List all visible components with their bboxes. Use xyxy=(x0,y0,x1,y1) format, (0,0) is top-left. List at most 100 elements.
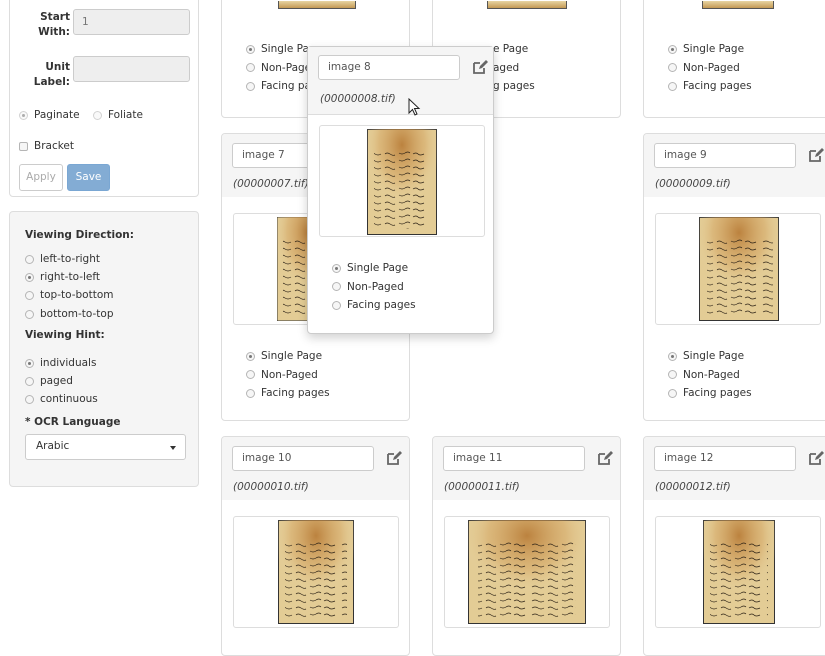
page-thumbnail[interactable] xyxy=(468,520,586,624)
radio-icon[interactable] xyxy=(668,388,677,398)
radio-icon[interactable] xyxy=(246,63,255,73)
direction-option-top-to-bottom[interactable]: top-to-bottom xyxy=(25,289,114,301)
radio-icon[interactable] xyxy=(332,282,341,292)
viewing-settings-panel: Viewing Direction: left-to-right right-t… xyxy=(9,211,199,487)
radio-icon[interactable] xyxy=(25,254,34,264)
radio-icon[interactable] xyxy=(668,63,677,73)
page-thumbnail[interactable] xyxy=(487,1,567,9)
numbering-settings-panel: Start With: 1 Unit Label: Paginate Folia… xyxy=(9,0,199,197)
radio-icon[interactable] xyxy=(668,44,677,54)
radio-icon[interactable] xyxy=(246,44,255,54)
edit-icon[interactable] xyxy=(597,450,613,466)
radio-icon[interactable] xyxy=(25,358,34,368)
page-name-input[interactable]: image 10 xyxy=(232,446,374,471)
direction-label: top-to-bottom xyxy=(40,289,114,301)
page-type-non-paged[interactable]: Non-Paged xyxy=(668,366,752,385)
radio-icon[interactable] xyxy=(246,351,255,361)
thumbnail-frame xyxy=(655,516,821,628)
page-filename: (00000012.tif) xyxy=(655,481,731,493)
page-type-label: e Page xyxy=(493,43,529,56)
edit-icon[interactable] xyxy=(808,147,824,163)
page-name-input[interactable]: image 11 xyxy=(443,446,585,471)
page-thumbnail[interactable] xyxy=(278,1,356,9)
radio-icon[interactable] xyxy=(246,81,255,91)
page-type-label: Single Page xyxy=(261,350,323,363)
ocr-language-select[interactable]: Arabic xyxy=(25,434,186,460)
unit-label-label: Unit Label: xyxy=(33,61,70,88)
page-type-single[interactable]: Single Page xyxy=(246,347,330,366)
radio-icon[interactable] xyxy=(332,263,341,273)
page-type-non-paged[interactable]: Non-Paged xyxy=(332,278,416,297)
page-thumbnail[interactable] xyxy=(703,520,775,624)
page-thumbnail[interactable] xyxy=(278,520,354,624)
apply-button[interactable]: Apply xyxy=(19,164,63,191)
edit-icon[interactable] xyxy=(386,450,402,466)
page-thumbnail[interactable] xyxy=(367,129,437,235)
radio-icon[interactable] xyxy=(246,370,255,380)
radio-icon[interactable] xyxy=(246,388,255,398)
page-type-single[interactable]: Single Page xyxy=(668,40,752,59)
unit-label-input[interactable] xyxy=(73,56,190,82)
direction-label: left-to-right xyxy=(40,253,100,265)
page-type-facing[interactable]: Facing pages xyxy=(332,296,416,315)
page-type-single[interactable]: e Page xyxy=(493,40,535,59)
radio-icon[interactable] xyxy=(25,290,34,300)
radio-icon[interactable] xyxy=(25,376,34,386)
radio-icon[interactable] xyxy=(25,394,34,404)
hint-label: paged xyxy=(40,375,73,387)
paginate-option[interactable]: Paginate xyxy=(19,109,80,121)
hint-label: individuals xyxy=(40,357,97,369)
page-filename: (00000010.tif) xyxy=(233,481,309,493)
page-type-facing[interactable]: Facing pages xyxy=(668,77,752,96)
edit-icon[interactable] xyxy=(472,59,488,75)
bracket-option[interactable]: Bracket xyxy=(19,140,74,152)
page-type-label: Facing pages xyxy=(347,299,416,312)
page-name-input[interactable]: image 12 xyxy=(654,446,796,471)
start-with-input[interactable]: 1 xyxy=(73,9,190,35)
page-type-label: Single Page xyxy=(683,350,745,363)
checkbox-icon[interactable] xyxy=(19,141,28,151)
radio-icon[interactable] xyxy=(93,110,102,120)
page-card-image-10: image 10 (00000010.tif) xyxy=(221,436,410,656)
radio-icon[interactable] xyxy=(25,272,34,282)
page-type-label: Non-Paged xyxy=(261,368,318,381)
direction-option-left-to-right[interactable]: left-to-right xyxy=(25,253,100,265)
page-type-label: Facing pages xyxy=(683,80,752,93)
page-type-facing[interactable]: g pages xyxy=(493,77,535,96)
page-name-input[interactable]: image 8 xyxy=(318,55,460,80)
edit-icon[interactable] xyxy=(808,450,824,466)
page-name-input[interactable]: image 9 xyxy=(654,143,796,168)
radio-icon[interactable] xyxy=(668,370,677,380)
hint-option-continuous[interactable]: continuous xyxy=(25,393,98,405)
direction-label: bottom-to-top xyxy=(40,308,114,320)
hint-option-individuals[interactable]: individuals xyxy=(25,357,96,369)
hint-option-paged[interactable]: paged xyxy=(25,375,73,387)
radio-icon[interactable] xyxy=(668,351,677,361)
foliate-option[interactable]: Foliate xyxy=(93,109,143,121)
page-type-non-paged[interactable]: Non-Paged xyxy=(668,59,752,78)
mouse-cursor-icon xyxy=(408,98,421,116)
foliate-label: Foliate xyxy=(108,109,143,121)
page-type-single[interactable]: Single Page xyxy=(668,347,752,366)
hint-label: continuous xyxy=(40,393,98,405)
radio-icon[interactable] xyxy=(332,300,341,310)
radio-icon[interactable] xyxy=(25,309,34,319)
page-thumbnail[interactable] xyxy=(277,217,307,321)
ocr-language-value: Arabic xyxy=(36,440,70,452)
save-button[interactable]: Save xyxy=(67,164,110,191)
radio-icon[interactable] xyxy=(668,81,677,91)
page-type-facing[interactable]: Facing pages xyxy=(246,384,330,403)
page-type-non-paged[interactable]: aged xyxy=(493,59,535,78)
page-type-facing[interactable]: Facing pages xyxy=(668,384,752,403)
page-type-options: Single Page Non-Paged Facing pages xyxy=(668,347,752,403)
page-type-non-paged[interactable]: Non-Paged xyxy=(246,366,330,385)
bracket-label: Bracket xyxy=(34,140,75,152)
page-thumbnail[interactable] xyxy=(702,1,774,9)
page-type-label: Non-Paged xyxy=(683,61,740,74)
page-thumbnail[interactable] xyxy=(699,217,779,321)
page-card-image-8-dragging[interactable]: image 8 (00000008.tif) Single Page Non-P… xyxy=(307,46,494,334)
direction-option-bottom-to-top[interactable]: bottom-to-top xyxy=(25,308,114,320)
page-type-single[interactable]: Single Page xyxy=(332,259,416,278)
radio-icon[interactable] xyxy=(19,110,28,120)
direction-option-right-to-left[interactable]: right-to-left xyxy=(25,271,100,283)
